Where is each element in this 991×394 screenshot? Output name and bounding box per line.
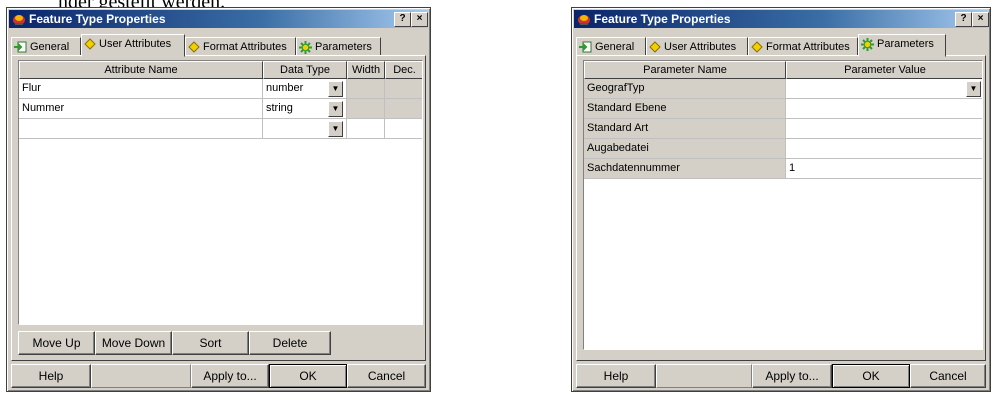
ok-button[interactable]: OK — [269, 364, 347, 388]
delete-button[interactable]: Delete — [249, 331, 331, 355]
help-title-button[interactable]: ? — [394, 12, 411, 27]
cell-attribute-name[interactable]: Flur — [19, 79, 263, 99]
cell-parameter-value[interactable] — [786, 139, 982, 159]
app-icon — [13, 15, 25, 25]
move-down-button[interactable]: Move Down — [95, 331, 172, 355]
tab-strip: General User Attributes Format Attribute… — [11, 34, 426, 57]
parameter-grid[interactable]: Parameter Name Parameter Value GeografTy… — [583, 60, 983, 350]
cell-parameter-value[interactable]: 1 — [786, 159, 982, 179]
column-header-attribute-name[interactable]: Attribute Name — [19, 61, 263, 79]
attribute-grid[interactable]: Attribute Name Data Type Width Dec. Flur… — [18, 60, 423, 325]
column-header-dec[interactable]: Dec. — [385, 61, 422, 79]
cell-dec — [385, 79, 422, 99]
data-type-dropdown-button[interactable]: ▼ — [328, 121, 343, 137]
help-title-button[interactable]: ? — [955, 12, 972, 27]
help-button[interactable]: Help — [576, 364, 656, 388]
cancel-button[interactable]: Cancel — [910, 364, 986, 388]
close-button[interactable]: × — [972, 12, 989, 27]
tab-panel: Attribute Name Data Type Width Dec. Flur… — [11, 55, 426, 361]
gear-icon — [299, 40, 312, 54]
data-type-dropdown-button[interactable]: ▼ — [328, 101, 343, 117]
sort-button[interactable]: Sort — [172, 331, 249, 355]
title-bar[interactable]: Feature Type Properties ? × — [9, 10, 428, 28]
cell-dec — [385, 99, 422, 119]
footer-spacer — [656, 364, 752, 388]
cancel-button[interactable]: Cancel — [347, 364, 426, 388]
parameter-dropdown-button[interactable]: ▼ — [966, 81, 981, 97]
cell-parameter-name: Standard Art — [584, 119, 786, 139]
cell-parameter-name: GeografTyp — [584, 79, 786, 99]
cell-width — [347, 79, 385, 99]
gear-icon — [861, 37, 874, 51]
diamond-icon — [84, 38, 96, 50]
cell-dec[interactable] — [385, 119, 422, 139]
feature-type-properties-dialog-parameters: Feature Type Properties ? × General User… — [571, 7, 991, 392]
data-type-dropdown-button[interactable]: ▼ — [328, 81, 343, 97]
cell-parameter-value[interactable] — [786, 79, 982, 99]
cell-width — [347, 99, 385, 119]
cell-parameter-name: Sachdatennummer — [584, 159, 786, 179]
app-icon — [578, 15, 590, 25]
tab-user-attributes[interactable]: User Attributes — [81, 34, 185, 57]
tab-strip: General User Attributes Format Attribute… — [576, 34, 986, 57]
column-header-parameter-name[interactable]: Parameter Name — [584, 61, 786, 79]
title-bar[interactable]: Feature Type Properties ? × — [574, 10, 989, 28]
cell-width[interactable] — [347, 119, 385, 139]
general-icon — [579, 41, 592, 53]
tab-panel: Parameter Name Parameter Value GeografTy… — [576, 55, 986, 361]
cell-parameter-name: Standard Ebene — [584, 99, 786, 119]
cell-parameter-value[interactable] — [786, 119, 982, 139]
cell-parameter-value[interactable] — [786, 99, 982, 119]
footer-spacer — [91, 364, 191, 388]
diamond-icon — [649, 41, 661, 53]
diamond-icon — [188, 41, 200, 53]
tab-format-attributes[interactable]: Format Attributes — [185, 37, 296, 56]
apply-to-button[interactable]: Apply to... — [191, 364, 269, 388]
tab-user-attributes[interactable]: User Attributes — [646, 37, 748, 56]
window-title: Feature Type Properties — [29, 12, 166, 26]
tab-general[interactable]: General — [11, 37, 81, 56]
general-icon — [14, 41, 27, 53]
window-title: Feature Type Properties — [594, 12, 731, 26]
tab-format-attributes[interactable]: Format Attributes — [748, 37, 858, 56]
cell-attribute-name[interactable] — [19, 119, 263, 139]
column-header-parameter-value[interactable]: Parameter Value — [786, 61, 982, 79]
move-up-button[interactable]: Move Up — [18, 331, 95, 355]
diamond-icon — [751, 41, 763, 53]
apply-to-button[interactable]: Apply to... — [752, 364, 832, 388]
cell-attribute-name[interactable]: Nummer — [19, 99, 263, 119]
cell-parameter-name: Augabedatei — [584, 139, 786, 159]
tab-general[interactable]: General — [576, 37, 646, 56]
feature-type-properties-dialog-user-attributes: Feature Type Properties ? × General User… — [6, 7, 431, 392]
ok-button[interactable]: OK — [832, 364, 910, 388]
close-button[interactable]: × — [411, 12, 428, 27]
column-header-data-type[interactable]: Data Type — [263, 61, 347, 79]
help-button[interactable]: Help — [11, 364, 91, 388]
tab-parameters[interactable]: Parameters — [858, 34, 946, 57]
tab-parameters[interactable]: Parameters — [296, 37, 381, 56]
column-header-width[interactable]: Width — [347, 61, 385, 79]
